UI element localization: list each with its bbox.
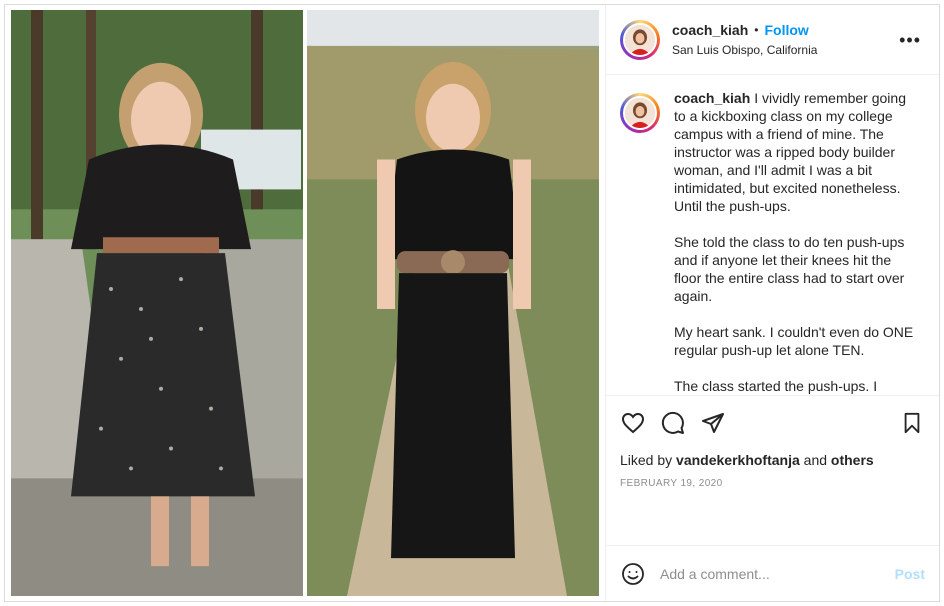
before-photo — [11, 10, 303, 596]
liked-by-prefix: Liked by — [620, 452, 673, 468]
caption-area: coach_kiah I vividly remember going to a … — [606, 75, 939, 395]
post-sidebar: coach_kiah • Follow San Luis Obispo, Cal… — [605, 5, 939, 601]
more-options-icon[interactable]: ••• — [899, 31, 921, 49]
avatar[interactable] — [623, 96, 657, 130]
emoji-icon[interactable] — [620, 561, 646, 587]
avatar[interactable] — [623, 22, 657, 57]
caption-paragraph: The class started the push-ups. I shakil… — [674, 378, 878, 394]
liked-by-others[interactable]: others — [831, 452, 874, 468]
comment-input[interactable] — [660, 565, 895, 582]
heart-icon[interactable] — [620, 410, 646, 436]
separator-dot: • — [754, 23, 759, 38]
header-row: coach_kiah • Follow — [672, 22, 817, 39]
post-actions: Liked by vandekerkhoftanja and others FE… — [606, 395, 939, 545]
caption-paragraph: She told the class to do ten push-ups an… — [674, 234, 905, 304]
share-icon[interactable] — [700, 410, 726, 436]
post-comment-button[interactable]: Post — [895, 566, 925, 582]
author-avatar-ring[interactable] — [620, 19, 660, 60]
action-icon-row — [620, 408, 925, 438]
caption-username[interactable]: coach_kiah — [674, 90, 750, 106]
caption-avatar-ring[interactable] — [620, 93, 660, 133]
follow-button[interactable]: Follow — [764, 22, 808, 39]
post-location[interactable]: San Luis Obispo, California — [672, 43, 817, 57]
comment-icon[interactable] — [660, 410, 686, 436]
post-caption: coach_kiah I vividly remember going to a … — [674, 89, 914, 395]
liked-by-user[interactable]: vandekerkhoftanja — [676, 452, 800, 468]
author-username[interactable]: coach_kiah — [672, 22, 748, 39]
post-header: coach_kiah • Follow San Luis Obispo, Cal… — [606, 5, 939, 75]
bookmark-icon[interactable] — [899, 410, 925, 436]
caption-text: I vividly remember going to a kickboxing… — [674, 90, 906, 214]
post-date[interactable]: FEBRUARY 19, 2020 — [620, 478, 925, 489]
post-media[interactable] — [5, 5, 605, 601]
header-text: coach_kiah • Follow San Luis Obispo, Cal… — [672, 22, 817, 57]
liked-by-text: Liked by vandekerkhoftanja and others — [620, 452, 925, 468]
caption-paragraph: My heart sank. I couldn't even do ONE re… — [674, 324, 914, 358]
post-dialog: coach_kiah • Follow San Luis Obispo, Cal… — [4, 4, 940, 602]
after-photo — [307, 10, 599, 596]
liked-by-and: and — [803, 452, 828, 468]
comment-bar: Post — [606, 545, 939, 601]
caption-paragraph: coach_kiah I vividly remember going to a … — [674, 89, 914, 215]
